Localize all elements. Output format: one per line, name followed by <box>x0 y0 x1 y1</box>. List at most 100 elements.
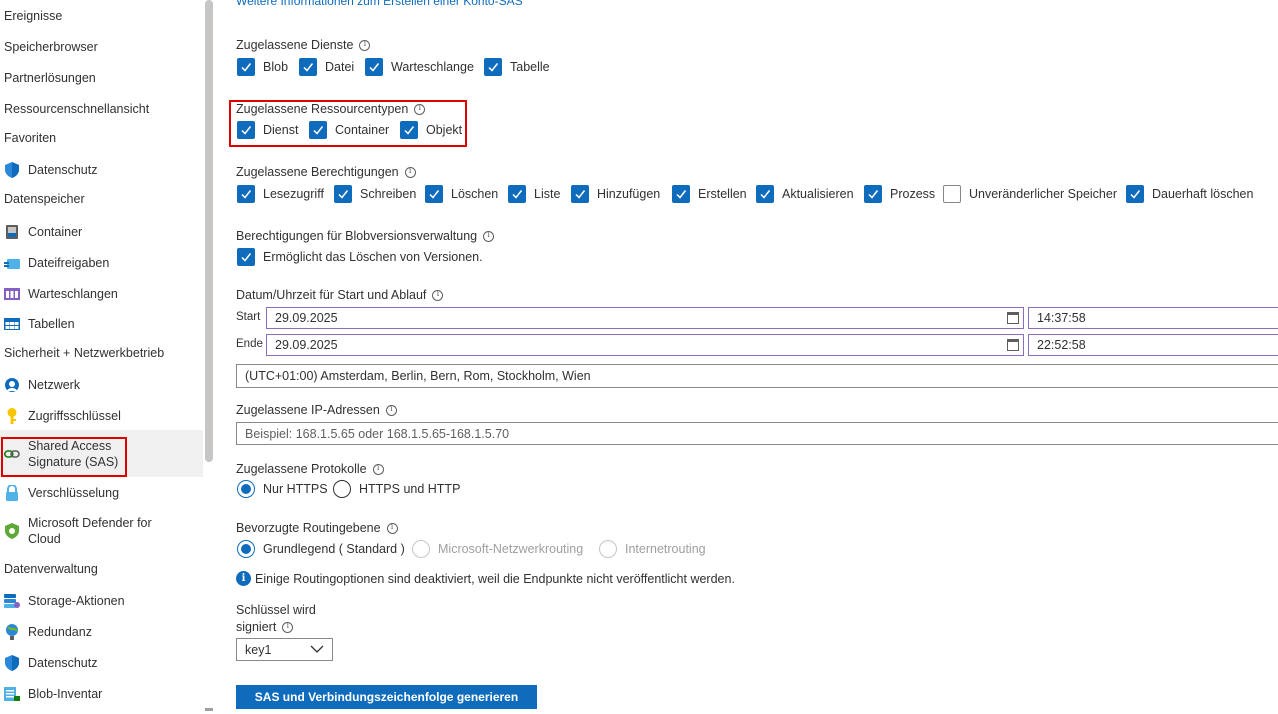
info-icon[interactable] <box>359 39 371 51</box>
signing-key-dropdown[interactable]: key1 <box>236 638 333 661</box>
start-date-field[interactable]: 29.09.2025 <box>266 307 1024 329</box>
perm-permanent-delete-checkbox[interactable]: Dauerhaft löschen <box>1126 185 1253 203</box>
checkbox-checked-icon <box>508 185 526 203</box>
signing-key-label-text: signiert <box>236 620 277 634</box>
more-info-link[interactable]: Weitere Informationen zum Erstellen eine… <box>236 0 523 8</box>
resource-container-checkbox[interactable]: Container <box>309 121 389 139</box>
services-label: Zugelassene Dienste <box>236 38 371 52</box>
end-label: Ende <box>236 338 263 350</box>
protocol-https-http-radio[interactable]: HTTPS und HTTP <box>333 480 460 498</box>
info-icon[interactable] <box>282 621 294 633</box>
checkbox-label: Aktualisieren <box>782 187 854 201</box>
checkbox-checked-icon <box>309 121 327 139</box>
routing-internet-radio[interactable]: Internetrouting <box>599 540 706 558</box>
calendar-icon[interactable] <box>1007 339 1019 351</box>
checkbox-label: Dienst <box>263 123 299 137</box>
start-date-value: 29.09.2025 <box>275 311 338 325</box>
radio-label: Microsoft-Netzwerkrouting <box>438 542 584 556</box>
radio-label: Internetrouting <box>625 542 706 556</box>
info-icon[interactable] <box>385 404 397 416</box>
generate-sas-button[interactable]: SAS und Verbindungszeichenfolge generier… <box>236 685 537 709</box>
blob-versioning-label-text: Berechtigungen für Blobversionsverwaltun… <box>236 229 478 243</box>
info-filled-icon: i <box>236 571 251 586</box>
end-time-field[interactable]: 22:52:58 <box>1028 334 1278 356</box>
routing-basic-radio[interactable]: Grundlegend ( Standard ) <box>237 540 405 558</box>
checkbox-checked-icon <box>864 185 882 203</box>
routing-microsoft-radio[interactable]: Microsoft-Netzwerkrouting <box>412 540 583 558</box>
radio-label: Nur HTTPS <box>263 482 328 496</box>
resource-types-label-text: Zugelassene Ressourcentypen <box>236 102 409 116</box>
chevron-down-icon <box>310 642 324 659</box>
checkbox-checked-icon <box>571 185 589 203</box>
permissions-label-text: Zugelassene Berechtigungen <box>236 165 399 179</box>
checkbox-checked-icon <box>237 58 255 76</box>
checkbox-label: Schreiben <box>360 187 417 201</box>
permissions-label: Zugelassene Berechtigungen <box>236 165 416 179</box>
service-queue-checkbox[interactable]: Warteschlange <box>365 58 474 76</box>
checkbox-label: Prozess <box>890 187 936 201</box>
end-date-field[interactable]: 29.09.2025 <box>266 334 1024 356</box>
resource-service-checkbox[interactable]: Dienst <box>237 121 298 139</box>
info-icon[interactable] <box>386 522 398 534</box>
service-table-checkbox[interactable]: Tabelle <box>484 58 550 76</box>
end-time-value: 22:52:58 <box>1037 338 1086 352</box>
info-icon[interactable] <box>414 103 426 115</box>
perm-write-checkbox[interactable]: Schreiben <box>334 185 416 203</box>
routing-note: i Einige Routingoptionen sind deaktiviert… <box>236 571 735 586</box>
perm-list-checkbox[interactable]: Liste <box>508 185 560 203</box>
ip-label-text: Zugelassene IP-Adressen <box>236 403 380 417</box>
checkbox-label: Hinzufügen <box>597 187 661 201</box>
checkbox-checked-icon <box>237 185 255 203</box>
perm-immutable-checkbox[interactable]: Unveränderlicher Speicher <box>943 185 1117 203</box>
checkbox-checked-icon <box>425 185 443 203</box>
protocols-label-text: Zugelassene Protokolle <box>236 462 367 476</box>
resource-object-checkbox[interactable]: Objekt <box>400 121 462 139</box>
checkbox-unchecked-icon <box>943 185 961 203</box>
perm-update-checkbox[interactable]: Aktualisieren <box>756 185 854 203</box>
ip-label: Zugelassene IP-Adressen <box>236 403 397 417</box>
checkbox-label: Löschen <box>451 187 499 201</box>
checkbox-checked-icon <box>334 185 352 203</box>
routing-label-text: Bevorzugte Routingebene <box>236 521 381 535</box>
signing-key-label-line2: signiert <box>236 620 294 634</box>
perm-add-checkbox[interactable]: Hinzufügen <box>571 185 660 203</box>
perm-read-checkbox[interactable]: Lesezugriff <box>237 185 324 203</box>
perm-create-checkbox[interactable]: Erstellen <box>672 185 747 203</box>
protocol-https-only-radio[interactable]: Nur HTTPS <box>237 480 328 498</box>
checkbox-label: Container <box>335 123 390 137</box>
perm-delete-checkbox[interactable]: Löschen <box>425 185 498 203</box>
datetime-label-text: Datum/Uhrzeit für Start und Ablauf <box>236 288 427 302</box>
ip-placeholder: Beispiel: 168.1.5.65 oder 168.1.5.65-168… <box>245 426 510 441</box>
checkbox-label: Ermöglicht das Löschen von Versionen. <box>263 250 483 264</box>
calendar-icon[interactable] <box>1007 312 1019 324</box>
radio-label: Grundlegend ( Standard ) <box>263 542 405 556</box>
routing-label: Bevorzugte Routingebene <box>236 521 398 535</box>
checkbox-checked-icon <box>237 248 255 266</box>
radio-selected-icon <box>237 480 255 498</box>
checkbox-checked-icon <box>1126 185 1144 203</box>
timezone-select[interactable]: (UTC+01:00) Amsterdam, Berlin, Bern, Rom… <box>236 364 1278 388</box>
service-file-checkbox[interactable]: Datei <box>299 58 354 76</box>
info-icon[interactable] <box>372 463 384 475</box>
checkbox-checked-icon <box>365 58 383 76</box>
ip-input[interactable]: Beispiel: 168.1.5.65 oder 168.1.5.65-168… <box>236 422 1278 445</box>
info-icon[interactable] <box>404 166 416 178</box>
blob-versioning-label: Berechtigungen für Blobversionsverwaltun… <box>236 229 495 243</box>
services-label-text: Zugelassene Dienste <box>236 38 354 52</box>
radio-disabled-icon <box>599 540 617 558</box>
signing-key-value: key1 <box>245 642 272 657</box>
delete-versions-checkbox[interactable]: Ermöglicht das Löschen von Versionen. <box>237 248 483 266</box>
protocols-label: Zugelassene Protokolle <box>236 462 384 476</box>
radio-unselected-icon <box>333 480 351 498</box>
resource-types-label: Zugelassene Ressourcentypen <box>236 102 426 116</box>
checkbox-label: Liste <box>534 187 561 201</box>
info-icon[interactable] <box>432 289 444 301</box>
checkbox-label: Datei <box>325 60 355 74</box>
checkbox-label: Unveränderlicher Speicher <box>969 187 1117 201</box>
info-icon[interactable] <box>483 230 495 242</box>
start-time-field[interactable]: 14:37:58 <box>1028 307 1278 329</box>
signing-key-label-line1: Schlüssel wird <box>236 603 316 617</box>
service-blob-checkbox[interactable]: Blob <box>237 58 288 76</box>
perm-process-checkbox[interactable]: Prozess <box>864 185 935 203</box>
checkbox-label: Dauerhaft löschen <box>1152 187 1254 201</box>
